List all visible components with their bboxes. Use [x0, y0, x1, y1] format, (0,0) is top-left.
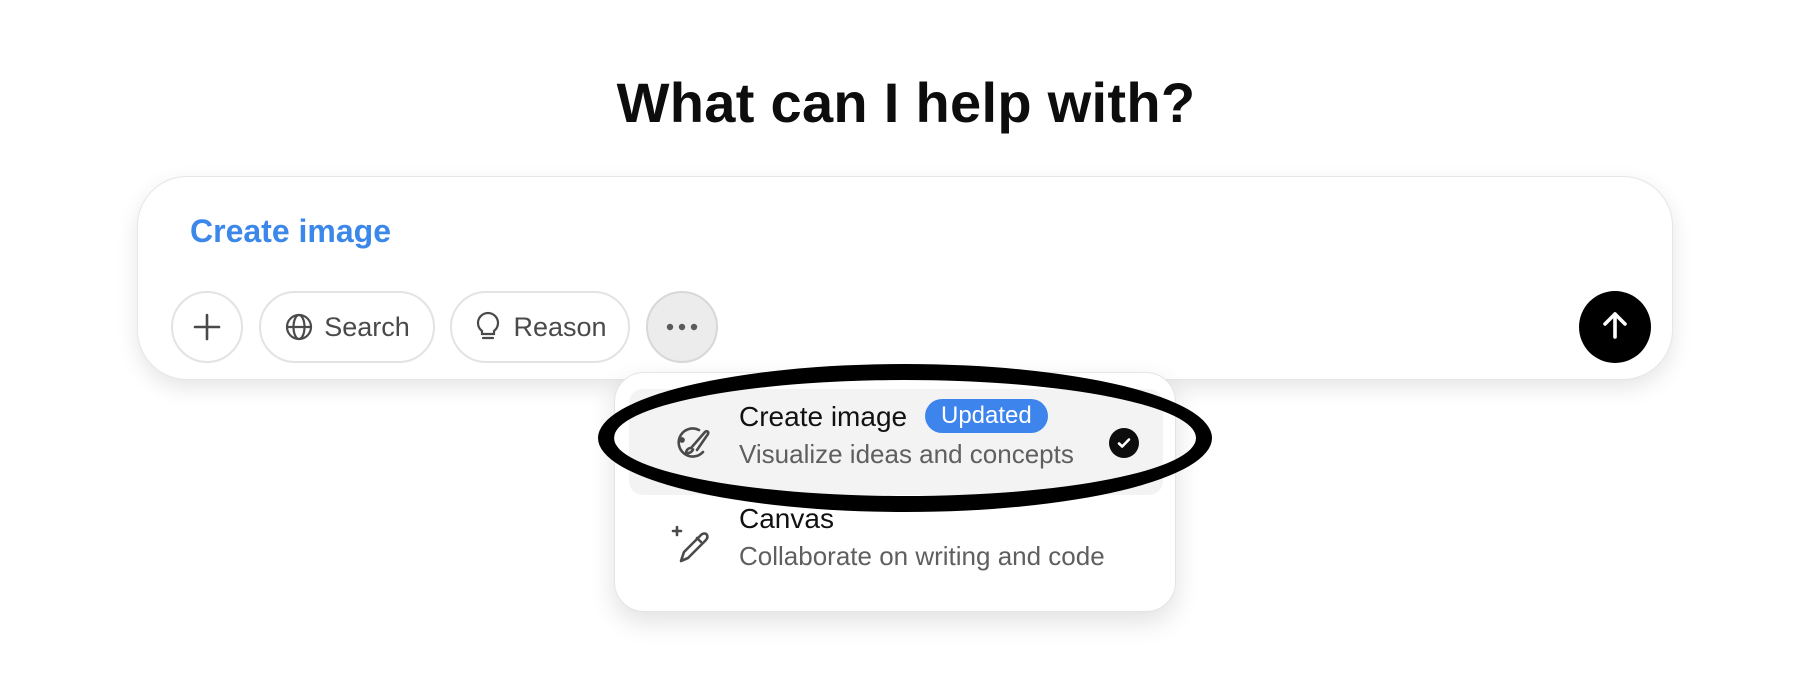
globe-icon: [284, 312, 314, 342]
updated-badge: Updated: [925, 399, 1048, 433]
send-button[interactable]: [1579, 291, 1651, 363]
chat-composer[interactable]: Create image Search Reason: [137, 176, 1673, 380]
pencil-sparkle-icon: [669, 523, 713, 567]
search-button-label: Search: [324, 311, 410, 342]
more-tools-button[interactable]: [646, 291, 718, 363]
menu-item-title: Canvas: [739, 503, 834, 534]
menu-item-create-image[interactable]: Create image Updated Visualize ideas and…: [629, 389, 1163, 495]
menu-item-description: Visualize ideas and concepts: [739, 439, 1074, 469]
menu-item-canvas[interactable]: Canvas Collaborate on writing and code: [629, 491, 1163, 597]
plus-icon: [192, 312, 222, 342]
menu-item-title: Create image: [739, 401, 908, 432]
paintbrush-icon: [669, 421, 713, 465]
reason-button[interactable]: Reason: [450, 291, 630, 363]
tools-menu: Create image Updated Visualize ideas and…: [614, 372, 1176, 612]
page-title: What can I help with?: [616, 71, 1196, 134]
attach-button[interactable]: [171, 291, 243, 363]
reason-button-label: Reason: [513, 311, 607, 342]
menu-item-description: Collaborate on writing and code: [739, 541, 1105, 571]
more-dots-icon: [666, 323, 698, 331]
checkmark-icon: [1109, 428, 1139, 458]
arrow-up-icon: [1598, 308, 1632, 347]
active-tool-tag[interactable]: Create image: [190, 213, 391, 250]
search-button[interactable]: Search: [259, 291, 435, 363]
lightbulb-icon: [473, 311, 503, 343]
